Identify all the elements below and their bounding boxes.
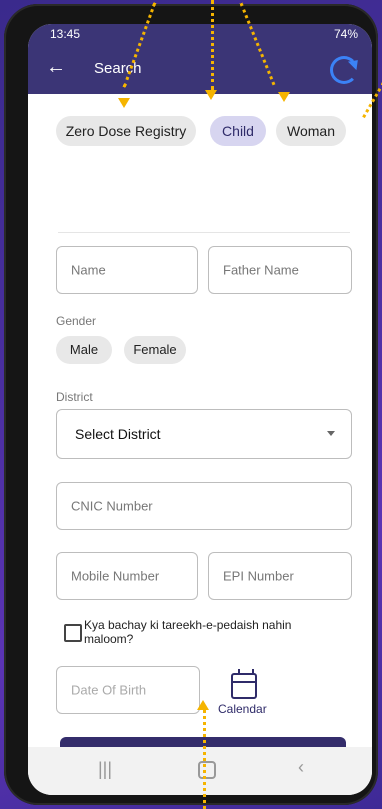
dob-unknown-label: Kya bachay ki tareekh-e-pedaish nahin ma…: [84, 618, 292, 646]
father-name-input[interactable]: Father Name: [208, 246, 352, 294]
dob-placeholder: Date Of Birth: [71, 682, 147, 698]
tab-child[interactable]: Child: [210, 116, 266, 146]
dob-unknown-checkbox[interactable]: [64, 624, 82, 642]
name-input[interactable]: Name: [56, 246, 198, 294]
search-form: Zero Dose Registry Child Woman Name Fath…: [28, 94, 372, 771]
home-icon[interactable]: [198, 761, 216, 779]
annotation-arrowhead: [278, 92, 290, 102]
status-time: 13:45: [50, 27, 81, 41]
gender-label: Gender: [56, 314, 97, 328]
android-nav-bar: ||| ‹: [28, 747, 372, 795]
cnic-placeholder: CNIC Number: [71, 498, 153, 514]
district-label: District: [56, 390, 93, 404]
epi-placeholder: EPI Number: [223, 568, 294, 584]
epi-input[interactable]: EPI Number: [208, 552, 352, 600]
annotation-arrow: [203, 710, 206, 809]
tab-woman[interactable]: Woman: [276, 116, 346, 146]
recent-apps-icon[interactable]: |||: [98, 759, 112, 780]
status-bar: 13:45 74%: [28, 24, 372, 46]
cnic-input[interactable]: CNIC Number: [56, 482, 352, 530]
mobile-placeholder: Mobile Number: [71, 568, 160, 584]
district-select[interactable]: Select District: [56, 409, 352, 459]
father-name-placeholder: Father Name: [223, 262, 299, 278]
annotation-arrow: [211, 0, 214, 90]
name-placeholder: Name: [71, 262, 106, 278]
back-arrow-icon[interactable]: ←: [46, 56, 66, 79]
district-select-text: Select District: [75, 426, 161, 442]
status-battery: 74%: [333, 27, 358, 41]
chevron-down-icon: [327, 431, 335, 436]
calendar-label: Calendar: [218, 702, 267, 716]
gender-female[interactable]: Female: [124, 336, 186, 364]
annotation-arrowhead: [118, 98, 130, 108]
app-screen: 13:45 74% ← Search Zero Dose Registry Ch…: [28, 24, 372, 795]
calendar-icon[interactable]: [231, 669, 257, 699]
app-bar: ← Search: [28, 46, 372, 94]
refresh-icon[interactable]: [330, 56, 358, 84]
tab-zero-dose-registry[interactable]: Zero Dose Registry: [56, 116, 196, 146]
gender-male[interactable]: Male: [56, 336, 112, 364]
phone-frame: 13:45 74% ← Search Zero Dose Registry Ch…: [4, 4, 378, 805]
mobile-input[interactable]: Mobile Number: [56, 552, 198, 600]
dob-input[interactable]: Date Of Birth: [56, 666, 200, 714]
annotation-arrowhead: [197, 700, 209, 710]
annotation-arrowhead: [205, 90, 217, 100]
divider: [58, 232, 350, 233]
back-icon[interactable]: ‹: [298, 757, 304, 778]
